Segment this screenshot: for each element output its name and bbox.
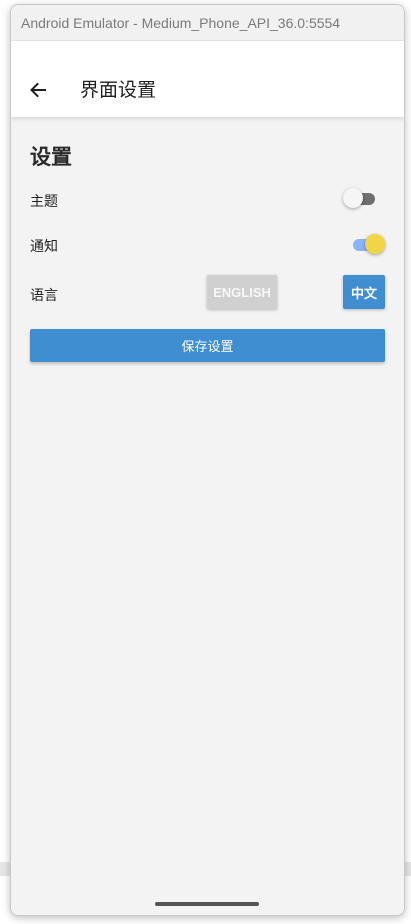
- settings-content: 设置 主题 通知 语言 ENGLISH 中文 保存设置: [11, 117, 404, 915]
- language-english-button[interactable]: ENGLISH: [207, 275, 277, 309]
- gesture-nav-bar[interactable]: [155, 902, 259, 906]
- language-chinese-button[interactable]: 中文: [343, 275, 385, 309]
- notification-switch[interactable]: [349, 233, 385, 257]
- emulator-title: Android Emulator - Medium_Phone_API_36.0…: [21, 14, 341, 31]
- emulator-window: Android Emulator - Medium_Phone_API_36.0…: [10, 4, 405, 916]
- save-settings-button[interactable]: 保存设置: [30, 329, 385, 362]
- notification-label: 通知: [30, 239, 58, 255]
- arrow-left-icon: [30, 82, 46, 98]
- theme-label: 主题: [30, 194, 58, 210]
- theme-switch[interactable]: [343, 187, 379, 211]
- page-title: 界面设置: [80, 79, 157, 101]
- emulator-titlebar[interactable]: Android Emulator - Medium_Phone_API_36.0…: [11, 5, 404, 41]
- section-title: 设置: [30, 145, 72, 169]
- back-button[interactable]: [25, 77, 51, 103]
- language-label: 语言: [30, 288, 58, 304]
- app-bar: 界面设置: [11, 41, 404, 117]
- switch-thumb: [343, 188, 363, 208]
- switch-thumb: [365, 234, 385, 254]
